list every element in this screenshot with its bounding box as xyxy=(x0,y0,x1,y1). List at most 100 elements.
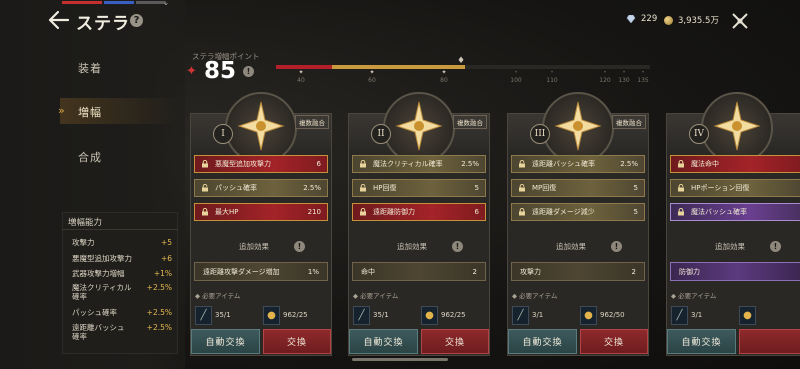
unlock-icon[interactable] xyxy=(518,160,526,168)
card-tag: 複数融合 xyxy=(453,115,487,129)
milestone-marker: • 100 xyxy=(504,69,528,84)
milestone-dot-icon: ✦ xyxy=(441,69,447,76)
help-icon[interactable]: ? xyxy=(130,14,143,27)
required-items-label: ◆ 必要アイテム xyxy=(195,292,241,300)
info-icon[interactable]: ! xyxy=(611,241,622,252)
exchange-button[interactable]: 交換 xyxy=(421,329,489,354)
required-item: ● 962/25 xyxy=(263,303,308,327)
option-slot[interactable]: 最大HP 210 xyxy=(194,203,328,221)
stella-card: IV 魔法命中 HPポーション回復 魔法バッシュ確率 追加効果! 防御力 ◆ 必要アイテム ╱… xyxy=(666,92,800,356)
card-roman-numeral: IV xyxy=(689,124,709,144)
milestone-marker: ✦ 40 xyxy=(289,69,313,84)
option-name: 遠距離防御力 xyxy=(373,208,415,216)
stat-row: パッシュ確率 +2.5% xyxy=(72,308,172,317)
nav-item-synthesis[interactable]: 合成 xyxy=(78,149,102,165)
back-arrow-icon[interactable] xyxy=(48,10,70,30)
stella-card: II 複数融合 魔法クリティカル確率 2.5% HP回復 5 遠距離防御力 6 追加効果! 命中 2… xyxy=(348,92,490,356)
info-icon[interactable]: ! xyxy=(452,241,463,252)
unlock-icon[interactable] xyxy=(201,184,209,192)
option-slot[interactable]: 遠距離ダメージ減少 5 xyxy=(511,203,645,221)
option-value: 210 xyxy=(307,208,321,216)
scroll-item-icon: ╱ xyxy=(353,305,370,325)
option-slot[interactable]: 魔法クリティカル確率 2.5% xyxy=(352,155,486,173)
unlock-icon[interactable] xyxy=(359,184,367,192)
nav-item-equip[interactable]: 装着 xyxy=(78,60,102,76)
option-slot[interactable]: 魔法命中 xyxy=(670,155,800,173)
lock-icon[interactable] xyxy=(677,160,685,168)
auto-exchange-button[interactable]: 自動交換 xyxy=(508,329,577,354)
gem-counter: 229 xyxy=(626,14,657,24)
header-bar: ⌄ ステラ ? 229 3,935.5万 xyxy=(0,0,800,44)
auto-exchange-button[interactable]: 自動交換 xyxy=(349,329,418,354)
option-value: 5 xyxy=(633,184,638,192)
pin-icon: ♦ xyxy=(457,56,466,66)
unlock-icon[interactable] xyxy=(518,184,526,192)
gold-counter: 3,935.5万 xyxy=(664,14,719,26)
option-value: 6 xyxy=(474,208,479,216)
milestone-label: 80 xyxy=(440,77,448,84)
lock-icon[interactable] xyxy=(518,208,526,216)
gold-egg-icon: ● xyxy=(421,305,438,325)
unlock-icon[interactable] xyxy=(677,184,685,192)
lock-icon[interactable] xyxy=(359,208,367,216)
required-item-count: 35/1 xyxy=(373,311,389,319)
required-item-count: 3/1 xyxy=(532,311,544,319)
lock-icon[interactable] xyxy=(677,208,685,216)
info-icon[interactable]: ! xyxy=(243,66,254,77)
additional-effect-name: 攻撃力 xyxy=(520,267,541,276)
gold-egg-icon: ● xyxy=(263,305,280,325)
option-slot[interactable]: 遠距離バッシュ確率 2.5% xyxy=(511,155,645,173)
additional-effect-label: 追加効果 xyxy=(556,242,586,251)
option-slot[interactable]: HPポーション回復 xyxy=(670,179,800,197)
stat-row: 魔法クリティカル 確率 +2.5% xyxy=(72,283,172,301)
chevron-down-icon[interactable]: ⌄ xyxy=(160,0,172,8)
milestone-label: 100 xyxy=(510,77,522,84)
exchange-button[interactable] xyxy=(739,329,800,354)
scroll-handle[interactable] xyxy=(352,358,448,361)
required-items-label: ◆ 必要アイテム xyxy=(512,292,558,300)
gem-count: 229 xyxy=(641,14,658,24)
nav-item-amplify[interactable]: 増幅 xyxy=(78,104,102,120)
card-roman-numeral: I xyxy=(213,124,233,144)
milestone-dot-icon: ✦ xyxy=(369,69,375,76)
info-icon[interactable]: ! xyxy=(294,241,305,252)
exchange-button[interactable]: 交換 xyxy=(580,329,648,354)
option-value: 5 xyxy=(633,208,638,216)
scroll-item-icon: ╱ xyxy=(512,305,529,325)
lock-icon[interactable] xyxy=(201,208,209,216)
star-icon: ✦ xyxy=(186,64,197,79)
milestone-label: 40 xyxy=(297,77,305,84)
additional-effect-row: 追加効果! xyxy=(667,237,800,257)
milestone-dot-icon: ✦ xyxy=(298,69,304,76)
option-name: 最大HP xyxy=(215,208,239,216)
option-name: 魔法バッシュ確率 xyxy=(691,208,747,216)
scroll-item-icon: ╱ xyxy=(671,305,688,325)
option-slot[interactable]: 悪魔型追加攻撃力 6 xyxy=(194,155,328,173)
milestone-marker: ✦ 60 xyxy=(360,69,384,84)
lock-icon[interactable] xyxy=(359,160,367,168)
option-slot[interactable]: 魔法バッシュ確率 xyxy=(670,203,800,221)
additional-effect-slot: 攻撃力 2 xyxy=(511,262,645,281)
option-name: 悪魔型追加攻撃力 xyxy=(215,160,271,168)
auto-exchange-button[interactable]: 自動交換 xyxy=(191,329,260,354)
additional-effect-row: 追加効果! xyxy=(191,237,331,257)
info-icon[interactable]: ! xyxy=(770,241,781,252)
required-item: ╱ 35/1 xyxy=(353,303,389,327)
card-tag: 複数融合 xyxy=(295,115,329,129)
exchange-button[interactable]: 交換 xyxy=(263,329,331,354)
option-name: 魔法クリティカル確率 xyxy=(373,160,443,168)
required-item: ● 962/25 xyxy=(421,303,466,327)
required-items-label: ◆ 必要アイテム xyxy=(353,292,399,300)
close-icon[interactable] xyxy=(731,12,749,30)
auto-exchange-button[interactable]: 自動交換 xyxy=(667,329,736,354)
milestone-marker: • 135 xyxy=(631,69,655,84)
option-slot[interactable]: MP回復 5 xyxy=(511,179,645,197)
lock-icon[interactable] xyxy=(201,160,209,168)
stat-row: 攻撃力 +5 xyxy=(72,238,172,247)
additional-effect-name: 遠距離攻撃ダメージ増加 xyxy=(203,267,280,276)
chevron-double-right-icon: » xyxy=(58,104,65,117)
option-name: 魔法命中 xyxy=(691,160,719,168)
option-slot[interactable]: パッシュ確率 2.5% xyxy=(194,179,328,197)
option-slot[interactable]: 遠距離防御力 6 xyxy=(352,203,486,221)
option-slot[interactable]: HP回復 5 xyxy=(352,179,486,197)
